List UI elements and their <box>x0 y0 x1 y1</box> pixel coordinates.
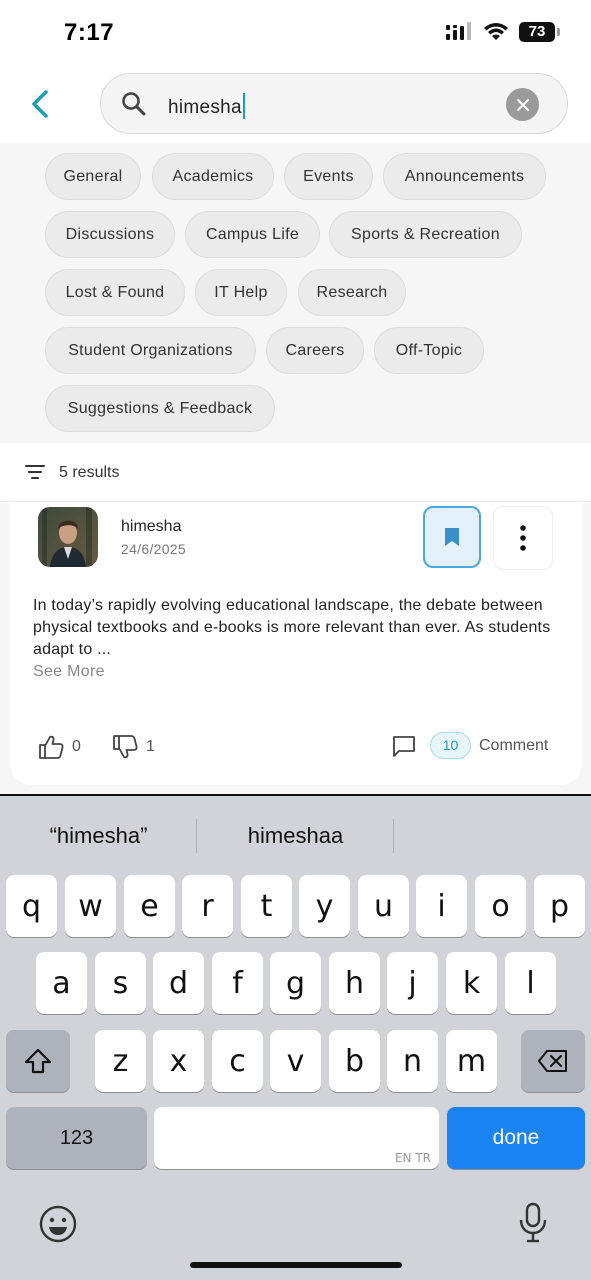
key-a[interactable]: a <box>36 952 87 1014</box>
key-w[interactable]: w <box>65 875 116 937</box>
chip-academics[interactable]: Academics <box>152 153 274 200</box>
filter-icon[interactable] <box>25 464 45 480</box>
key-j[interactable]: j <box>387 952 438 1014</box>
chip-careers[interactable]: Careers <box>266 327 364 374</box>
post-card[interactable]: himesha 24/6/2025 In today’s rapidly evo… <box>10 503 582 785</box>
clear-search-button[interactable] <box>506 88 539 121</box>
key-u[interactable]: u <box>358 875 409 937</box>
see-more-link[interactable]: See More <box>33 663 105 681</box>
comment-icon <box>393 735 415 757</box>
key-c[interactable]: c <box>212 1030 263 1092</box>
shift-key[interactable] <box>6 1030 70 1092</box>
more-vertical-icon <box>520 525 526 551</box>
comment-count-badge: 10 <box>430 732 471 759</box>
bookmark-icon <box>445 528 459 546</box>
key-z[interactable]: z <box>95 1030 146 1092</box>
thumbs-down-icon <box>113 735 138 759</box>
key-v[interactable]: v <box>270 1030 321 1092</box>
chip-lost-found[interactable]: Lost & Found <box>45 269 185 316</box>
status-icons: 73 <box>445 22 560 42</box>
key-f[interactable]: f <box>212 952 263 1014</box>
chip-general[interactable]: General <box>45 153 141 200</box>
microphone-icon[interactable] <box>516 1202 550 1244</box>
status-time: 7:17 <box>64 19 115 46</box>
key-g[interactable]: g <box>270 952 321 1014</box>
chip-research[interactable]: Research <box>298 269 406 316</box>
more-options-button[interactable] <box>493 506 553 570</box>
post-actions: 0 1 10 Comment <box>10 731 582 761</box>
key-n[interactable]: n <box>387 1030 438 1092</box>
wifi-icon <box>484 23 508 40</box>
back-button[interactable] <box>24 86 56 122</box>
shift-icon <box>24 1048 52 1074</box>
thumbs-up-icon <box>39 735 64 759</box>
search-icon <box>122 92 146 116</box>
key-l[interactable]: l <box>505 952 556 1014</box>
results-feed: himesha 24/6/2025 In today’s rapidly evo… <box>0 503 591 795</box>
search-input[interactable]: himesha <box>100 73 568 134</box>
backspace-key[interactable] <box>521 1030 585 1092</box>
avatar[interactable] <box>38 507 98 567</box>
chip-discussions[interactable]: Discussions <box>45 211 175 258</box>
key-h[interactable]: h <box>329 952 380 1014</box>
key-b[interactable]: b <box>329 1030 380 1092</box>
post-body: In today’s rapidly evolving educational … <box>33 597 551 658</box>
key-e[interactable]: e <box>124 875 175 937</box>
done-key[interactable]: done <box>447 1107 585 1169</box>
chevron-left-icon <box>32 90 48 118</box>
chip-sports-recreation[interactable]: Sports & Recreation <box>329 211 522 258</box>
key-q[interactable]: q <box>6 875 57 937</box>
space-language-hint: EN TR <box>394 1151 431 1165</box>
key-m[interactable]: m <box>446 1030 497 1092</box>
key-i[interactable]: i <box>416 875 467 937</box>
key-p[interactable]: p <box>534 875 585 937</box>
battery-icon: 73 <box>519 22 560 42</box>
home-indicator <box>190 1262 402 1268</box>
chip-it-help[interactable]: IT Help <box>195 269 287 316</box>
key-o[interactable]: o <box>475 875 526 937</box>
chip-suggestions-feedback[interactable]: Suggestions & Feedback <box>45 385 275 432</box>
bookmark-button[interactable] <box>423 506 481 568</box>
key-t[interactable]: t <box>241 875 292 937</box>
key-y[interactable]: y <box>299 875 350 937</box>
like-button[interactable]: 0 <box>38 734 81 760</box>
results-count: 5 results <box>59 464 120 481</box>
chip-events[interactable]: Events <box>284 153 373 200</box>
key-s[interactable]: s <box>95 952 146 1014</box>
like-count: 0 <box>72 738 81 755</box>
key-r[interactable]: r <box>182 875 233 937</box>
numbers-key[interactable]: 123 <box>6 1107 147 1169</box>
dislike-button[interactable]: 1 <box>112 734 155 760</box>
key-x[interactable]: x <box>153 1030 204 1092</box>
search-header: himesha <box>0 66 591 143</box>
search-query-text: himesha <box>168 97 242 118</box>
suggestion-word[interactable]: himeshaa <box>197 810 394 862</box>
suggestion-separator <box>393 819 394 853</box>
suggestion-literal[interactable]: “himesha” <box>0 810 197 862</box>
key-k[interactable]: k <box>446 952 497 1014</box>
chip-student-organizations[interactable]: Student Organizations <box>45 327 256 374</box>
category-chips: General Academics Events Announcements D… <box>0 143 591 443</box>
post-author[interactable]: himesha <box>121 518 181 536</box>
post-date: 24/6/2025 <box>121 541 186 557</box>
user-photo-icon <box>38 507 98 567</box>
emoji-icon[interactable] <box>38 1204 78 1244</box>
backspace-icon <box>538 1050 567 1072</box>
search-query: himesha <box>168 93 245 119</box>
dislike-count: 1 <box>146 738 155 755</box>
keyboard: “himesha” himeshaa q w e r t y u i o p a… <box>0 796 591 1280</box>
signal-icon <box>446 22 471 40</box>
comment-label: Comment <box>479 736 549 754</box>
status-bar: 7:17 73 <box>0 0 591 66</box>
close-icon <box>516 98 529 111</box>
chip-announcements[interactable]: Announcements <box>383 153 546 200</box>
results-bar: 5 results <box>0 443 591 502</box>
chip-campus-life[interactable]: Campus Life <box>185 211 320 258</box>
text-caret <box>242 93 245 119</box>
keyboard-suggestions: “himesha” himeshaa <box>0 810 591 862</box>
key-d[interactable]: d <box>153 952 204 1014</box>
chip-off-topic[interactable]: Off-Topic <box>374 327 484 374</box>
space-key[interactable]: EN TR <box>154 1107 439 1169</box>
comment-button[interactable]: 10 Comment <box>392 732 548 759</box>
